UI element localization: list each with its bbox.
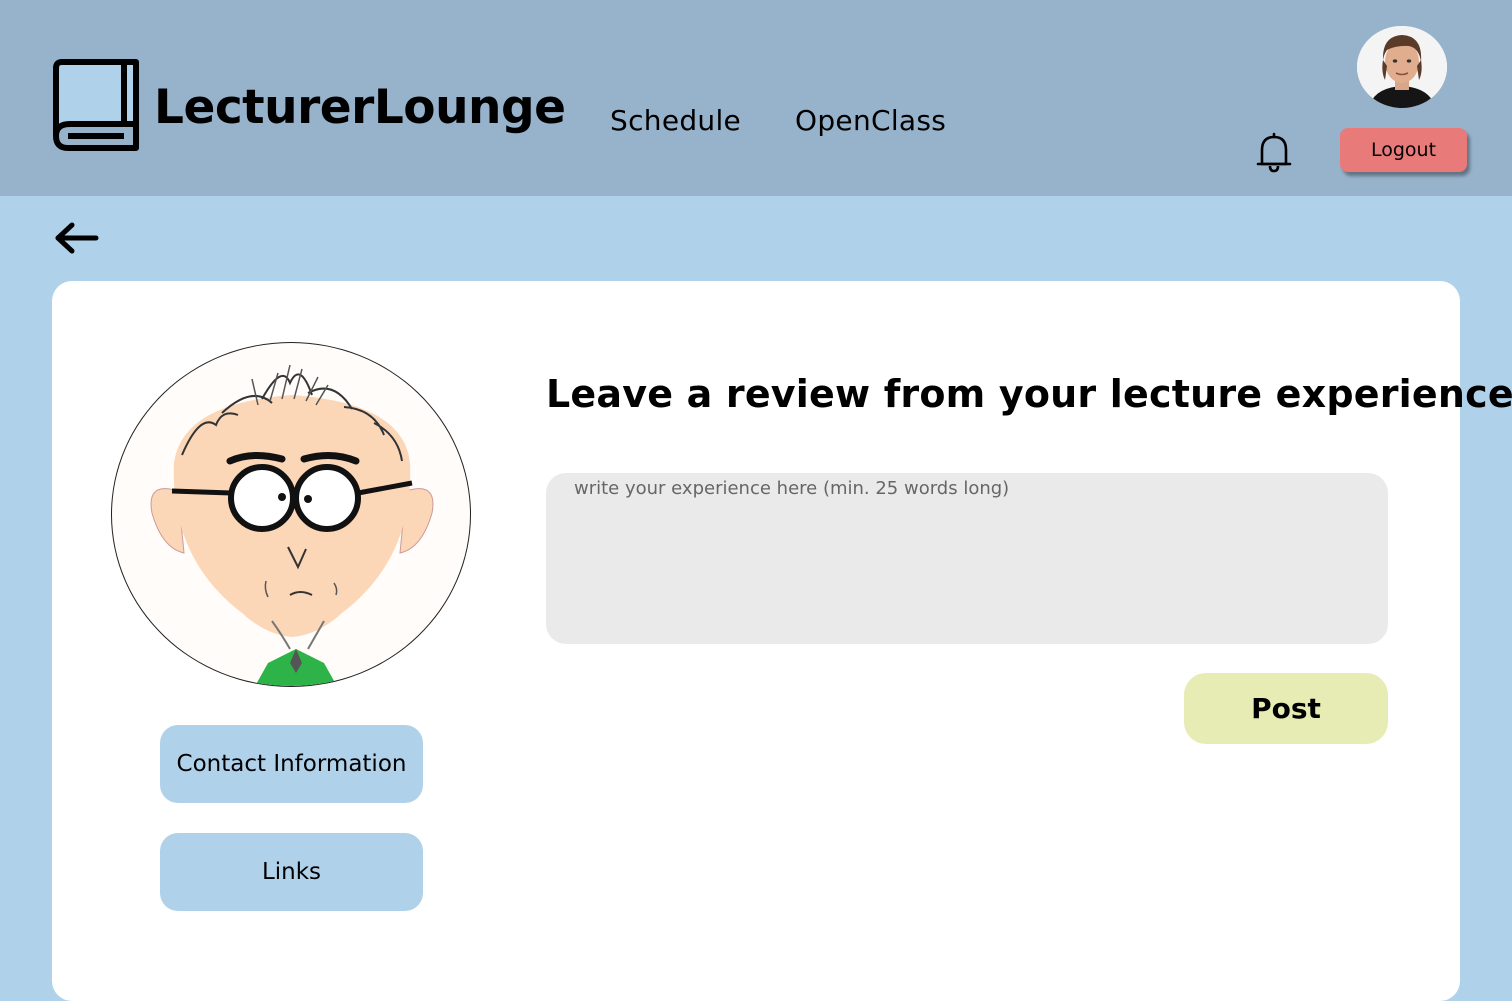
review-title: Leave a review from your lecture experie… <box>546 372 1512 416</box>
review-textarea[interactable] <box>546 473 1388 644</box>
user-avatar[interactable] <box>1357 26 1447 108</box>
book-icon[interactable] <box>50 58 144 152</box>
logout-button[interactable]: Logout <box>1340 128 1467 172</box>
nav-openclass[interactable]: OpenClass <box>795 104 946 137</box>
contact-information-button[interactable]: Contact Information <box>160 725 423 803</box>
post-button[interactable]: Post <box>1184 673 1388 744</box>
brand-name[interactable]: LecturerLounge <box>154 80 566 135</box>
bell-icon[interactable] <box>1254 132 1294 174</box>
lecturer-avatar <box>111 342 471 687</box>
arrow-left-icon[interactable] <box>52 218 100 258</box>
top-header: LecturerLounge Schedule OpenClass Logout <box>0 0 1512 196</box>
nav-schedule[interactable]: Schedule <box>610 104 741 137</box>
links-button[interactable]: Links <box>160 833 423 911</box>
